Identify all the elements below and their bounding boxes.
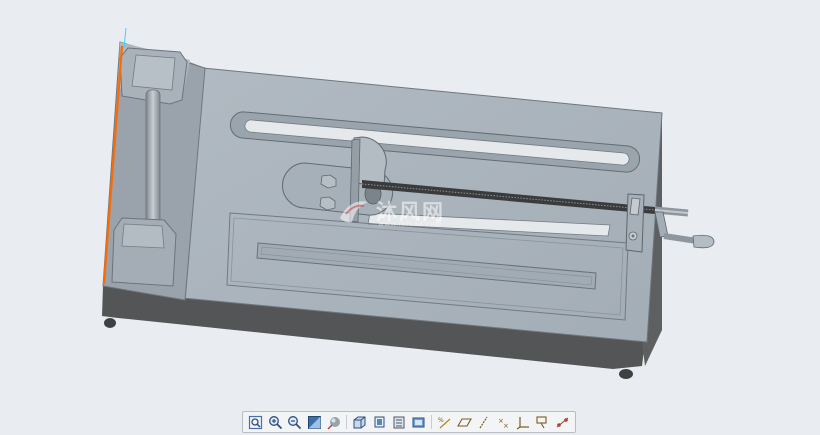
right-bracket <box>625 193 645 253</box>
toolbar-separator <box>346 415 348 429</box>
zoom-in-icon[interactable] <box>267 414 284 431</box>
refit-icon[interactable] <box>247 414 264 431</box>
model-canvas[interactable] <box>0 0 820 435</box>
display-style-icon[interactable] <box>351 414 368 431</box>
spin-center-display-icon[interactable] <box>554 414 571 431</box>
svg-text:×: × <box>503 422 509 430</box>
spin-center-icon[interactable] <box>326 414 343 431</box>
axis-display-icon[interactable] <box>476 414 493 431</box>
annotation-display-icon[interactable] <box>535 414 552 431</box>
datum-display-icon[interactable]: % <box>436 414 453 431</box>
plane-display-icon[interactable] <box>456 414 473 431</box>
view-toolbar: % × × <box>242 411 576 433</box>
toolbar-separator <box>431 415 433 429</box>
foot <box>104 318 116 328</box>
svg-text:%: % <box>438 417 444 424</box>
crank-handle <box>654 211 715 249</box>
foot <box>619 369 633 379</box>
zoom-out-icon[interactable] <box>286 414 303 431</box>
saved-orientations-icon[interactable] <box>391 414 408 431</box>
repaint-icon[interactable] <box>306 414 323 431</box>
point-display-icon[interactable]: × × <box>495 414 512 431</box>
3d-model-viewport[interactable]: 沐风网 www.mfcad.com <box>0 0 820 435</box>
named-views-icon[interactable] <box>371 414 388 431</box>
view-manager-icon[interactable] <box>410 414 427 431</box>
csys-display-icon[interactable] <box>515 414 532 431</box>
